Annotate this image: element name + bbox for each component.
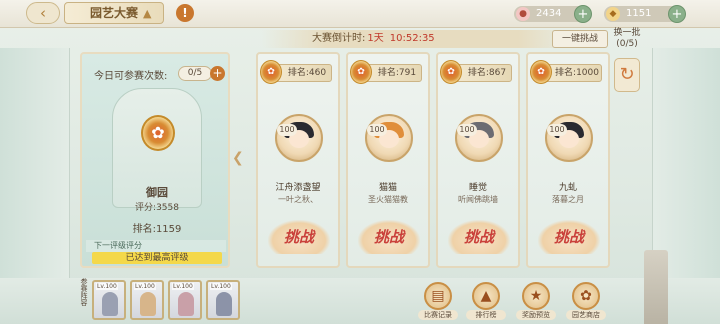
match-record-button[interactable]: ▤ 比赛记录 [418,282,458,322]
switch-batch-text: 换一批 [613,28,641,38]
leaderboard-button[interactable]: ▲ 排行榜 [466,282,506,322]
team-member-card[interactable]: Lv.100 [130,280,164,320]
leaderboard-label: 排行榜 [466,310,506,320]
attempts-count: 0/5 [178,66,212,81]
opponent-card: 排名:791 ✿ 100 猫猫 圣火猫猫教 挑战 [346,52,430,268]
team-member-level: Lv.100 [134,283,156,290]
tier-name: 御园 [146,186,168,199]
team-member-level: Lv.100 [96,283,118,290]
opponent-title: 一叶之秋、 [278,195,318,204]
back-button[interactable]: ‹ [26,2,60,24]
opponent-card: 排名:1000 ✿ 100 九虬 落暮之月 挑战 [526,52,610,268]
opponent-level: 100 [457,124,477,136]
opponent-avatar[interactable]: 100 [275,114,323,162]
tier-badge-icon: ✿ [141,115,175,151]
character-figure [102,292,118,316]
opponent-name: 江舟添盏望 [275,183,321,193]
challenge-button[interactable]: 挑战 [538,220,600,254]
chevron-left-icon: ❮ [232,150,244,166]
coin-icon: ● [516,7,530,21]
opponent-level: 100 [547,124,567,136]
switch-batch-label: 换一批 (0/5) [612,28,642,50]
opponent-level: 100 [367,124,387,136]
opponent-avatar[interactable]: 100 [545,114,593,162]
team-member-card[interactable]: Lv.100 [168,280,202,320]
next-tier-label: 下一评级评分 [86,240,226,252]
character-figure [140,292,156,316]
add-gem-button[interactable]: + [668,5,686,23]
player-score: 评分:3558 [135,203,179,213]
info-button[interactable]: ! [176,4,194,22]
character-figure [178,292,194,316]
team-member-level: Lv.100 [210,283,232,290]
countdown-bar: 大赛倒计时: 1天 10:52:35 [262,30,582,48]
attempts-row: 今日可参赛次数: 0/5 + [86,66,226,82]
shop-icon: ✿ [572,282,600,310]
countdown-time: 10:52:35 [389,33,435,44]
add-coin-button[interactable]: + [574,5,592,23]
challenge-all-button[interactable]: 一键挑战 [552,30,608,48]
countdown-label: 大赛倒计时: [312,33,366,44]
max-tier-bar: 已达到最高评级 [92,252,222,264]
garden-shop-label: 园艺商店 [566,310,606,320]
switch-batch-count: (0/5) [616,39,638,49]
garden-shop-button[interactable]: ✿ 园艺商店 [566,282,606,322]
player-rank: 排名:1159 [132,224,182,235]
record-icon: ▤ [424,282,452,310]
opponent-title: 落暮之月 [552,195,584,204]
challenge-button[interactable]: 挑战 [268,220,330,254]
team-member-card[interactable]: Lv.100 [206,280,240,320]
currency-gem: ◆ 1151 + [604,5,686,23]
crown-icon: ▲ [143,7,152,20]
coin-value: 2434 [536,8,562,19]
team-member-level: Lv.100 [172,283,194,290]
add-attempts-button[interactable]: + [210,66,225,81]
right-decoration [652,48,720,278]
opponent-title: 圣火猫猫教 [368,195,408,204]
opponent-name: 九虬 [558,183,577,193]
challenge-button[interactable]: 挑战 [448,220,510,254]
reward-preview-label: 奖励预览 [516,310,556,320]
chevron-left-icon: ‹ [40,4,46,22]
ranking-icon: ▲ [472,282,500,310]
team-label: 参赛阵容 [80,278,88,306]
refresh-button[interactable]: ↻ [614,58,640,92]
character-figure [216,292,232,316]
left-decoration [0,48,70,278]
tower-decoration [644,250,668,324]
team-member-card[interactable]: Lv.100 [92,280,126,320]
opponent-card: 排名:867 ✿ 100 睡觉 听闻佛跳墙 挑战 [436,52,520,268]
medal-icon: ✿ [530,60,552,84]
medal-icon: ✿ [260,60,282,84]
refresh-icon: ↻ [619,64,635,85]
opponent-avatar[interactable]: 100 [365,114,413,162]
reward-icon: ★ [522,282,550,310]
match-record-label: 比赛记录 [418,310,458,320]
reward-preview-button[interactable]: ★ 奖励预览 [516,282,556,322]
gem-value: 1151 [626,8,652,19]
opponent-name: 睡觉 [468,183,487,193]
player-panel: 今日可参赛次数: 0/5 + ✿ 御园 评分:3558 排名:1159 下一评级… [80,52,230,268]
attempts-label: 今日可参赛次数: [94,71,168,82]
countdown-days: 1天 [367,33,384,44]
gem-icon: ◆ [606,7,620,21]
opponent-title: 听闻佛跳墙 [458,195,498,204]
opponent-card: 排名:460 ✿ 100 江舟添盏望 一叶之秋、 挑战 [256,52,340,268]
opponent-level: 100 [277,124,297,136]
opponent-name: 猫猫 [378,183,397,193]
opponent-avatar[interactable]: 100 [455,114,503,162]
challenge-button[interactable]: 挑战 [358,220,420,254]
medal-icon: ✿ [440,60,462,84]
medal-icon: ✿ [350,60,372,84]
currency-coin: ● 2434 + [514,5,592,23]
